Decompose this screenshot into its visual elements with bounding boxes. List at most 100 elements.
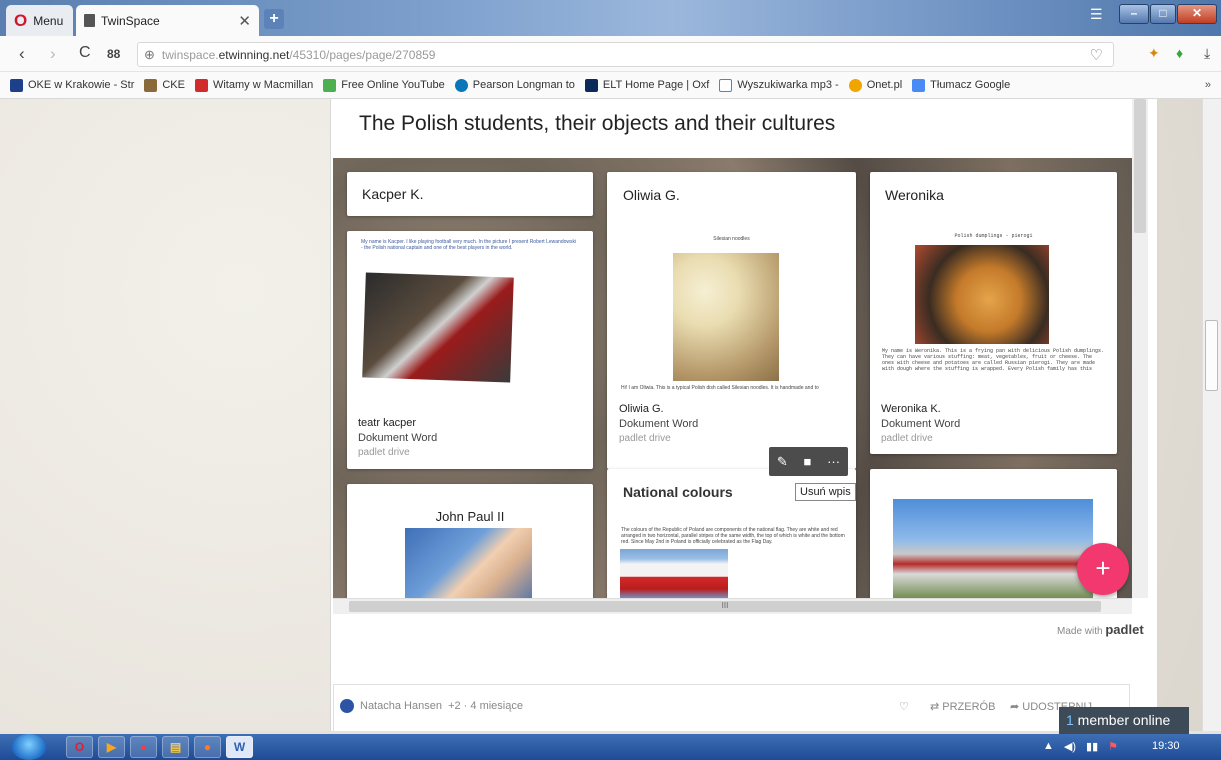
page-vertical-thumb[interactable] [1205, 320, 1218, 391]
trash-icon[interactable]: ■ [804, 454, 812, 469]
tray-arrow-icon[interactable]: ▲ [1043, 740, 1054, 753]
padlet-vertical-thumb[interactable] [1134, 99, 1146, 233]
explorer-taskbar-icon[interactable]: ▤ [162, 736, 189, 758]
avatar[interactable] [340, 699, 354, 713]
bookmark-item[interactable]: Onet.pl [848, 78, 902, 92]
post-doc-type: Dokument Word [619, 418, 699, 430]
members-count: 1 [1066, 712, 1074, 728]
reload-icon[interactable]: C [79, 44, 91, 62]
post-source: padlet drive [881, 433, 933, 444]
tab-title: TwinSpace [101, 13, 160, 28]
new-tab-button[interactable]: + [264, 9, 284, 29]
padlet-vertical-scrollbar[interactable] [1132, 99, 1148, 598]
polish-flag-photo [620, 549, 728, 598]
padlet-board[interactable]: Kacper K. My name is Kacper. I like play… [333, 158, 1132, 598]
contributors-count: +2 [448, 700, 461, 712]
start-button[interactable] [12, 734, 46, 760]
maximize-button[interactable]: □ [1150, 4, 1176, 24]
bookmark-label: Free Online YouTube [341, 79, 445, 91]
bookmark-item[interactable]: CKE [144, 78, 185, 92]
post-source: padlet drive [358, 447, 410, 458]
made-with-padlet[interactable]: Made with padlet [1057, 622, 1144, 637]
post-title-card[interactable]: Kacper K. [347, 172, 593, 216]
author-meta: Natacha Hansen +2 · 4 miesiące [360, 700, 523, 712]
post-preview-text: My name is Kacper. I like playing footba… [361, 239, 577, 251]
members-online-badge[interactable]: 1 member online [1059, 707, 1189, 734]
bookmark-label: Tłumacz Google [930, 79, 1011, 91]
back-icon[interactable]: ‹ [19, 44, 25, 64]
bookmark-item[interactable]: OKE w Krakowie - Str [10, 78, 135, 92]
bookmark-item[interactable]: Pearson Longman to [454, 78, 575, 92]
padlet-horizontal-thumb[interactable]: III [349, 601, 1101, 612]
football-player-photo [362, 272, 514, 383]
bookmark-item[interactable]: Wyszukiwarka mp3 - [719, 78, 839, 92]
downloads-icon[interactable]: ⤓ [1204, 45, 1210, 62]
page-vertical-scrollbar[interactable] [1202, 99, 1221, 731]
add-post-button[interactable]: + [1077, 543, 1129, 595]
post-caption: teatr kacper [358, 417, 417, 429]
bookmark-item[interactable]: Witamy w Macmillan [194, 78, 314, 92]
menu-label: Menu [33, 13, 64, 28]
close-tab-icon[interactable]: ✕ [238, 12, 251, 30]
bookmark-item[interactable]: ELT Home Page | Oxf [584, 78, 709, 92]
remake-label: PRZERÓB [942, 701, 996, 713]
bookmarks-bar: OKE w Krakowie - Str CKE Witamy w Macmil… [0, 72, 1221, 99]
page-content: The Polish students, their objects and t… [0, 99, 1202, 731]
bookmark-icon [848, 78, 862, 92]
tab-twinspace[interactable]: TwinSpace ✕ [76, 5, 259, 36]
author-name[interactable]: Natacha Hansen [360, 700, 442, 712]
timestamp: 4 miesiące [470, 700, 523, 712]
members-label: member online [1073, 712, 1171, 728]
address-bar[interactable]: ⊕ twinspace. etwinning.net/45310/pages/pa… [137, 42, 1114, 67]
post-card[interactable]: John Paul II [347, 484, 593, 598]
post-preview-text: Hi! I am Oliwia. This is a typical Polis… [621, 385, 819, 391]
bookmark-icon [719, 78, 733, 92]
john-paul-photo [405, 528, 532, 598]
bookmark-heart-icon[interactable]: ♡ [1090, 46, 1103, 64]
opera-menu-button[interactable]: O Menu [6, 5, 73, 36]
chrome-taskbar-icon[interactable]: ● [130, 736, 157, 758]
minimize-button[interactable]: – [1119, 4, 1149, 24]
post-card[interactable]: Weronika Polish dumplings - pierogi My n… [870, 172, 1117, 454]
download-extension-icon[interactable]: ♦ [1176, 45, 1183, 61]
extension-icon[interactable]: ✦ [1148, 45, 1160, 62]
bookmark-icon [10, 78, 23, 92]
post-caption: Weronika K. [881, 403, 941, 415]
post-actions-toolbar: ✎ ■ ··· [769, 447, 848, 476]
post-card[interactable]: Oliwia G. Silesian noodles Hi! I am Oliw… [607, 172, 856, 469]
remake-button[interactable]: ⇄ PRZERÓB [930, 700, 995, 713]
media-player-taskbar-icon[interactable]: ▶ [98, 736, 125, 758]
edit-pencil-icon[interactable]: ✎ [777, 454, 788, 470]
bookmark-item[interactable]: Free Online YouTube [323, 78, 445, 92]
post-title: John Paul II [435, 509, 505, 524]
word-taskbar-icon[interactable]: W [226, 736, 253, 758]
bookmark-label: Witamy w Macmillan [212, 79, 314, 91]
made-with-label: Made with [1057, 626, 1103, 637]
firefox-taskbar-icon[interactable]: ● [194, 736, 221, 758]
bookmarks-more-icon[interactable]: » [1205, 79, 1211, 91]
more-icon[interactable]: ··· [827, 454, 840, 469]
post-title: Weronika [885, 187, 944, 203]
system-tray: ▲ ◀) ▮▮ ⚑ [1043, 740, 1118, 753]
speed-dial-icon[interactable]: 88 [107, 47, 120, 61]
bookmark-icon [584, 78, 598, 92]
opera-taskbar-icon[interactable]: O [66, 736, 93, 758]
bookmark-label: CKE [162, 79, 185, 91]
easy-setup-icon[interactable]: ☰ [1090, 6, 1103, 23]
bookmark-item[interactable]: Tłumacz Google [912, 78, 1011, 92]
forward-icon[interactable]: › [50, 44, 56, 64]
post-doc-type: Dokument Word [881, 418, 961, 430]
like-heart-icon[interactable]: ♡ [899, 700, 909, 713]
doc-heading: Silesian noodles [713, 236, 750, 242]
padlet-horizontal-scrollbar[interactable]: III [333, 598, 1132, 614]
padlet-brand: padlet [1105, 622, 1144, 637]
taskbar-clock[interactable]: 19:30 [1152, 740, 1180, 752]
post-card[interactable]: My name is Kacper. I like playing footba… [347, 231, 593, 469]
bookmark-label: OKE w Krakowie - Str [28, 79, 135, 91]
flag-icon[interactable]: ⚑ [1108, 740, 1118, 753]
network-icon[interactable]: ▮▮ [1086, 740, 1098, 753]
close-window-button[interactable]: ✕ [1177, 4, 1217, 24]
globe-icon: ⊕ [144, 46, 155, 62]
volume-icon[interactable]: ◀) [1064, 740, 1076, 753]
post-preview-text: The colours of the Republic of Poland ar… [621, 527, 845, 545]
